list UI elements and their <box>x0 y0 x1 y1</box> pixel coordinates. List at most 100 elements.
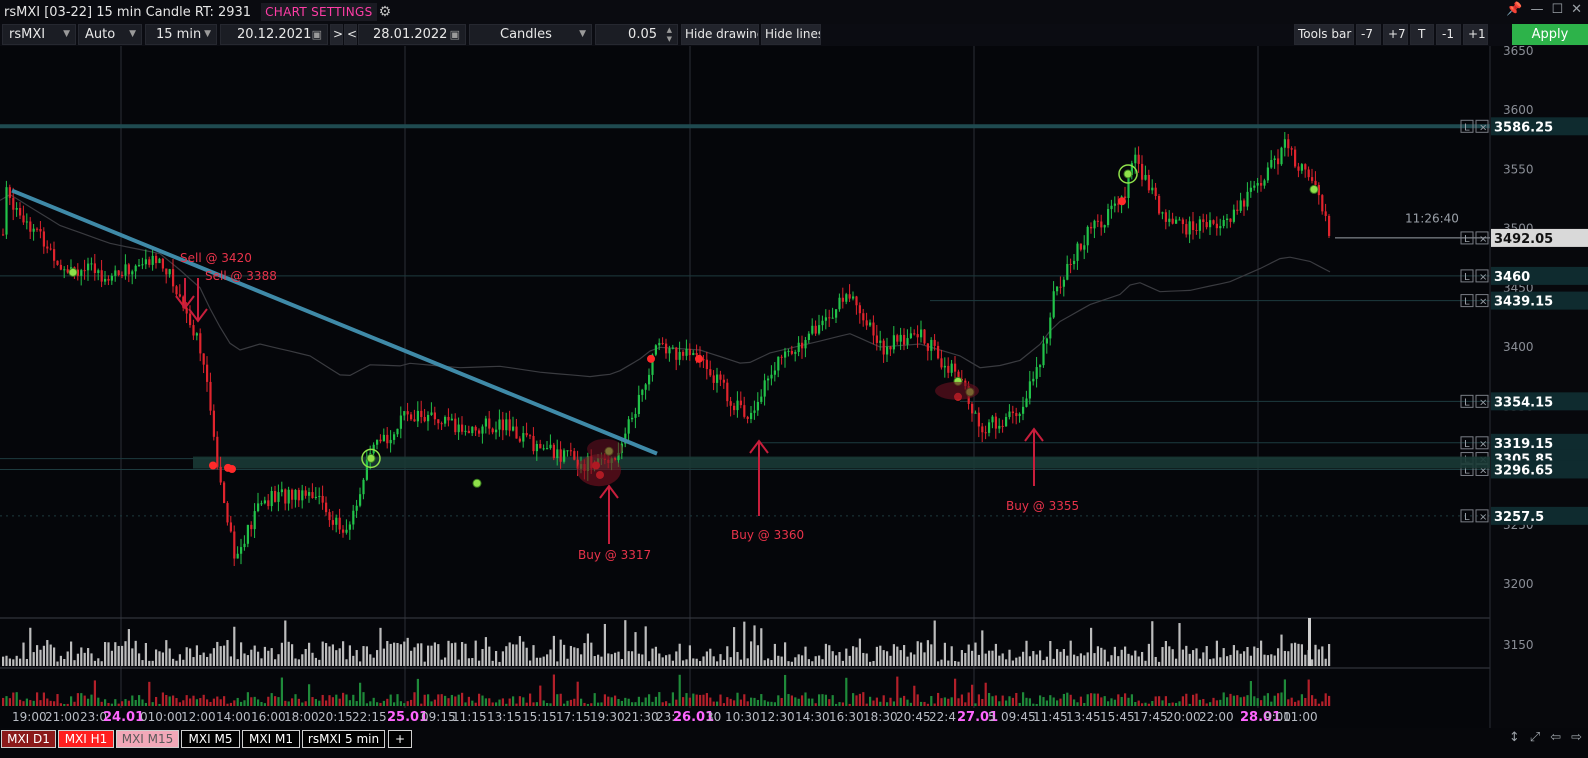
candle-body <box>501 419 504 431</box>
delta-bar <box>76 693 79 706</box>
price-chart[interactable]: 3150320032503300335034003450350035503600… <box>0 46 1588 728</box>
x-axis-time-label: 13:15 <box>487 710 522 724</box>
volume-bar <box>403 641 406 666</box>
delta-bar <box>1161 700 1164 706</box>
volume-bar <box>192 657 195 666</box>
delta-bar <box>518 696 521 706</box>
delta-bar <box>1171 702 1174 706</box>
candle-body <box>484 418 487 427</box>
delta-bar <box>114 699 117 706</box>
delta-bar <box>1042 697 1045 706</box>
volume-bar <box>399 644 402 666</box>
minimize-icon[interactable]: — <box>1530 2 1543 17</box>
hide-lines-button[interactable]: Hide lines <box>761 24 821 45</box>
delta-bar <box>563 703 566 706</box>
volume-bar <box>335 650 338 666</box>
tab-mxi-h1[interactable]: MXI H1 <box>58 730 114 748</box>
timeframe-select[interactable]: 15 min ▼ <box>145 24 217 45</box>
close-icon[interactable]: ✕ <box>1571 2 1582 17</box>
prev-button[interactable]: < <box>344 24 357 45</box>
candle-body <box>389 439 392 444</box>
minus1-button[interactable]: -1 <box>1436 24 1461 45</box>
delta-bar <box>488 698 491 706</box>
date-from-field[interactable]: 20.12.2021 ▣ <box>220 24 328 45</box>
delta-bar <box>8 698 11 706</box>
stepper-arrows-icon[interactable]: ▲ ▼ <box>667 26 672 44</box>
minus7-button[interactable]: -7 <box>1356 24 1381 45</box>
tab-mxi-m1[interactable]: MXI M1 <box>242 730 300 748</box>
volume-bar <box>1209 659 1212 666</box>
candle-body <box>1294 149 1297 167</box>
chart-canvas[interactable]: 3150320032503300335034003450350035503600… <box>0 46 1588 728</box>
tab-rsmxi-5min[interactable]: rsMXI 5 min <box>302 730 385 748</box>
delta-bar <box>134 699 137 706</box>
volume-bar <box>1239 653 1242 666</box>
volume-bar <box>916 641 919 666</box>
resize-vertical-icon[interactable]: ↕ <box>1509 730 1520 745</box>
date-from-value: 20.12.2021 <box>237 27 312 42</box>
delta-bar <box>906 699 909 706</box>
date-to-field[interactable]: 28.01.2022 ▣ <box>358 24 466 45</box>
apply-button[interactable]: Apply <box>1512 24 1588 45</box>
t-button[interactable]: T <box>1410 24 1434 45</box>
gear-icon[interactable]: ⚙ <box>379 4 392 20</box>
candle-body <box>345 529 348 533</box>
volume-bar <box>505 646 508 666</box>
pin-icon[interactable]: 📌 <box>1506 2 1522 17</box>
volume-bar <box>1195 648 1198 666</box>
volume-bar <box>110 650 113 666</box>
delta-bar <box>512 696 515 706</box>
scale-select[interactable]: Auto ▼ <box>78 24 142 45</box>
delta-bar <box>413 692 416 706</box>
delta-bar <box>923 701 926 706</box>
volume-bar <box>641 654 644 666</box>
chart-type-select[interactable]: Candles ▼ <box>469 24 592 45</box>
volume-bar <box>1117 656 1120 666</box>
x-axis-time-label: 21:00 <box>45 710 80 724</box>
x-axis-time-label: 21:30 <box>624 710 659 724</box>
delta-bar <box>1321 701 1324 706</box>
volume-bar <box>260 658 263 666</box>
delta-bar <box>739 699 742 706</box>
delta-bar <box>1311 695 1314 706</box>
volume-bar <box>746 658 749 666</box>
candle-body <box>1304 164 1307 170</box>
plus7-button[interactable]: +7 <box>1383 24 1408 45</box>
volume-bar <box>607 653 610 666</box>
arrow-right-icon[interactable]: ⇨ <box>1571 730 1582 745</box>
tab-mxi-d1[interactable]: MXI D1 <box>1 730 56 748</box>
candle-body <box>287 489 290 504</box>
volume-bar <box>984 653 987 666</box>
volume-bar <box>495 651 498 666</box>
plus1-button[interactable]: +1 <box>1463 24 1488 45</box>
calendar-icon[interactable]: ▣ <box>312 25 322 44</box>
candle-body <box>926 343 929 351</box>
delta-bar <box>342 692 345 706</box>
candle-body <box>457 424 460 433</box>
candle-body <box>729 401 732 406</box>
delta-bar <box>1246 695 1249 706</box>
symbol-select[interactable]: rsMXI ▼ <box>2 24 76 45</box>
arrow-left-icon[interactable]: ⇦ <box>1550 730 1561 745</box>
tab-mxi-m15[interactable]: MXI M15 <box>116 730 179 748</box>
calendar-icon[interactable]: ▣ <box>450 25 460 44</box>
add-tab-button[interactable]: + <box>388 730 412 748</box>
step-stepper[interactable]: 0.05 ▲ ▼ <box>595 24 678 45</box>
volume-bar <box>161 652 164 666</box>
volume-bar <box>634 632 637 666</box>
hide-drawing-button[interactable]: Hide drawing <box>681 24 759 45</box>
delta-bar <box>787 694 790 706</box>
volume-bar <box>906 656 909 666</box>
chart-settings-button[interactable]: CHART SETTINGS <box>261 3 377 21</box>
volume-bar <box>801 655 804 666</box>
candle-body <box>971 403 974 414</box>
maximize-icon[interactable]: ☐ <box>1551 2 1563 17</box>
tools-bar-button[interactable]: Tools bar <box>1294 24 1354 45</box>
next-button[interactable]: > <box>330 24 343 45</box>
chevron-down-icon: ▼ <box>129 29 136 39</box>
volume-bar <box>967 644 970 666</box>
tab-mxi-m5[interactable]: MXI M5 <box>181 730 240 748</box>
volume-bar <box>1192 650 1195 666</box>
volume-bar <box>1181 649 1184 666</box>
expand-icon[interactable]: ⤢ <box>1530 730 1540 745</box>
